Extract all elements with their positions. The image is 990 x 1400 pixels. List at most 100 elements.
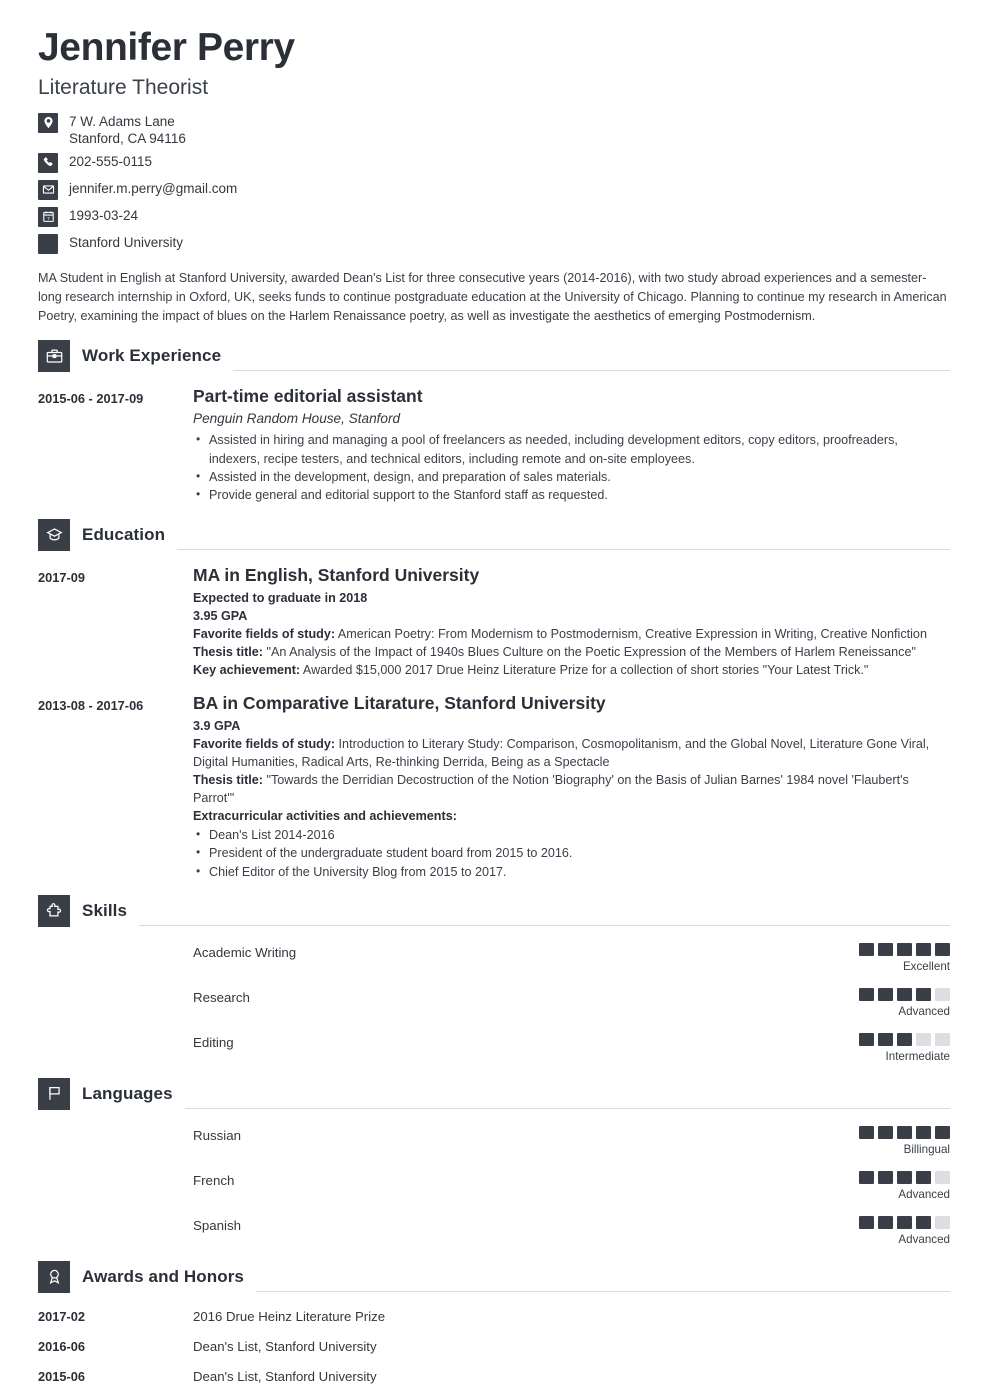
address-text: 7 W. Adams Lane Stanford, CA 94116 xyxy=(69,112,186,147)
section-header-work: Work Experience xyxy=(38,340,950,373)
rating-dot-filled xyxy=(859,1125,874,1139)
rating-dot-filled xyxy=(916,1125,931,1139)
skill-row: Academic Writing Excellent xyxy=(38,942,950,974)
skill-level-label: Intermediate xyxy=(885,1049,950,1063)
rating-dot-filled xyxy=(859,1032,874,1046)
education-detail-achievement: Key achievement: Awarded $15,000 2017 Dr… xyxy=(193,661,950,679)
phone-text: 202-555-0115 xyxy=(69,153,153,169)
section-header-skills: Skills xyxy=(38,894,950,927)
list-item: Provide general and editorial support to… xyxy=(196,485,950,504)
language-row: French Advanced xyxy=(38,1170,950,1202)
language-level-label: Billingual xyxy=(903,1142,950,1156)
education-detail-thesis: Thesis title: "An Analysis of the Impact… xyxy=(193,643,950,661)
puzzle-piece-icon xyxy=(38,894,70,927)
language-rating-meter: Billingual xyxy=(854,1125,950,1157)
list-item: Dean's List 2014-2016 xyxy=(196,825,950,844)
rating-dot-empty xyxy=(916,1032,931,1046)
rating-dot-filled xyxy=(916,1170,931,1184)
language-level-label: Advanced xyxy=(898,1232,950,1246)
detail-label: Thesis title: xyxy=(193,772,263,787)
section-divider xyxy=(255,1290,950,1292)
rating-dot-filled xyxy=(916,942,931,956)
rating-dot-filled xyxy=(859,987,874,1001)
education-entry: 2013-08 - 2017-06 BA in Comparative Lita… xyxy=(38,693,950,881)
education-entry-date: 2017-09 xyxy=(38,569,85,585)
rating-dots xyxy=(854,942,950,956)
rating-dot-filled xyxy=(916,987,931,1001)
section-title-work: Work Experience xyxy=(82,346,222,366)
award-row: 2016-06 Dean's List, Stanford University xyxy=(38,1338,950,1355)
rating-dots xyxy=(854,987,950,1001)
detail-text: Awarded $15,000 2017 Drue Heinz Literatu… xyxy=(300,662,869,677)
rating-dot-filled xyxy=(878,1170,893,1184)
section-awards: Awards and Honors 2017-02 2016 Drue Hein… xyxy=(38,1260,950,1385)
rating-dot-filled xyxy=(897,1170,912,1184)
rating-dot-filled xyxy=(897,987,912,1001)
award-text: Dean's List, Stanford University xyxy=(193,1338,377,1354)
envelope-icon xyxy=(38,179,58,200)
section-work-experience: Work Experience 2015-06 - 2017-09 Part-t… xyxy=(38,340,950,504)
rating-dots xyxy=(854,1032,950,1046)
award-row: 2017-02 2016 Drue Heinz Literature Prize xyxy=(38,1308,950,1325)
rating-dot-filled xyxy=(859,942,874,956)
section-body-awards: 2017-02 2016 Drue Heinz Literature Prize… xyxy=(38,1293,950,1385)
job-title: Literature Theorist xyxy=(38,75,209,99)
rating-dot-filled xyxy=(935,1125,950,1139)
resume-page: Jennifer Perry Literature Theorist 7 W. … xyxy=(0,0,990,1385)
rating-dots xyxy=(854,1170,950,1184)
work-entry: 2015-06 - 2017-09 Part-time editorial as… xyxy=(38,386,950,504)
rating-dot-filled xyxy=(897,1215,912,1229)
square-icon xyxy=(38,233,58,254)
education-entry-bullets: Dean's List 2014-2016 President of the u… xyxy=(193,825,950,881)
list-item: Assisted in the development, design, and… xyxy=(196,467,950,486)
rating-dot-filled xyxy=(897,1032,912,1046)
rating-dot-filled xyxy=(897,942,912,956)
language-name: Spanish xyxy=(193,1217,242,1233)
calendar-icon: 7 xyxy=(38,206,58,227)
language-name: Russian xyxy=(193,1127,242,1143)
section-divider xyxy=(184,1107,950,1109)
detail-label: Key achievement: xyxy=(193,662,301,677)
flag-icon xyxy=(38,1077,70,1110)
contact-item-birthdate: 7 1993-03-24 xyxy=(38,206,950,228)
award-text: Dean's List, Stanford University xyxy=(193,1368,377,1384)
page-title: Jennifer Perry xyxy=(38,26,295,69)
list-item: Assisted in hiring and managing a pool o… xyxy=(196,430,950,468)
work-entry-employer: Penguin Random House, Stanford xyxy=(193,411,401,427)
address-line-1: 7 W. Adams Lane xyxy=(69,113,175,129)
education-entry-title: BA in Comparative Litarature, Stanford U… xyxy=(193,692,606,713)
section-languages: Languages Russian Billingual French Adva… xyxy=(38,1077,950,1247)
skill-row: Editing Intermediate xyxy=(38,1032,950,1064)
email-text: jennifer.m.perry@gmail.com xyxy=(69,180,238,196)
section-skills: Skills Academic Writing Excellent Resear… xyxy=(38,894,950,1064)
rating-dot-empty xyxy=(935,987,950,1001)
education-gpa: 3.9 GPA xyxy=(193,718,241,733)
contact-item-address: 7 W. Adams Lane Stanford, CA 94116 xyxy=(38,112,950,147)
education-entry-title: MA in English, Stanford University xyxy=(193,564,480,585)
skill-rating-meter: Excellent xyxy=(854,942,950,974)
section-header-awards: Awards and Honors xyxy=(38,1260,950,1293)
language-name: French xyxy=(193,1172,235,1188)
list-item: President of the undergraduate student b… xyxy=(196,843,950,862)
skill-level-label: Excellent xyxy=(902,959,950,973)
award-date: 2016-06 xyxy=(38,1338,85,1354)
section-body-work: 2015-06 - 2017-09 Part-time editorial as… xyxy=(38,372,950,504)
contact-item-university: Stanford University xyxy=(38,233,950,255)
section-title-awards: Awards and Honors xyxy=(82,1266,244,1286)
section-header-languages: Languages xyxy=(38,1077,950,1110)
section-divider xyxy=(139,924,950,926)
work-entry-bullets: Assisted in hiring and managing a pool o… xyxy=(193,430,950,505)
education-entry-main: MA in English, Stanford University Expec… xyxy=(193,565,950,679)
rating-dot-filled xyxy=(878,987,893,1001)
language-level-label: Advanced xyxy=(898,1187,950,1201)
rating-dot-empty xyxy=(935,1032,950,1046)
work-entry-main: Part-time editorial assistant Penguin Ra… xyxy=(193,386,950,504)
location-pin-icon xyxy=(38,112,58,133)
rating-dot-empty xyxy=(935,1170,950,1184)
award-date: 2017-02 xyxy=(38,1308,85,1324)
rating-dot-filled xyxy=(878,942,893,956)
education-detail-fields: Favorite fields of study: Introduction t… xyxy=(193,735,950,771)
phone-icon xyxy=(38,152,58,173)
detail-label: Favorite fields of study: xyxy=(193,626,336,641)
detail-text: "An Analysis of the Impact of 1940s Blue… xyxy=(262,644,916,659)
